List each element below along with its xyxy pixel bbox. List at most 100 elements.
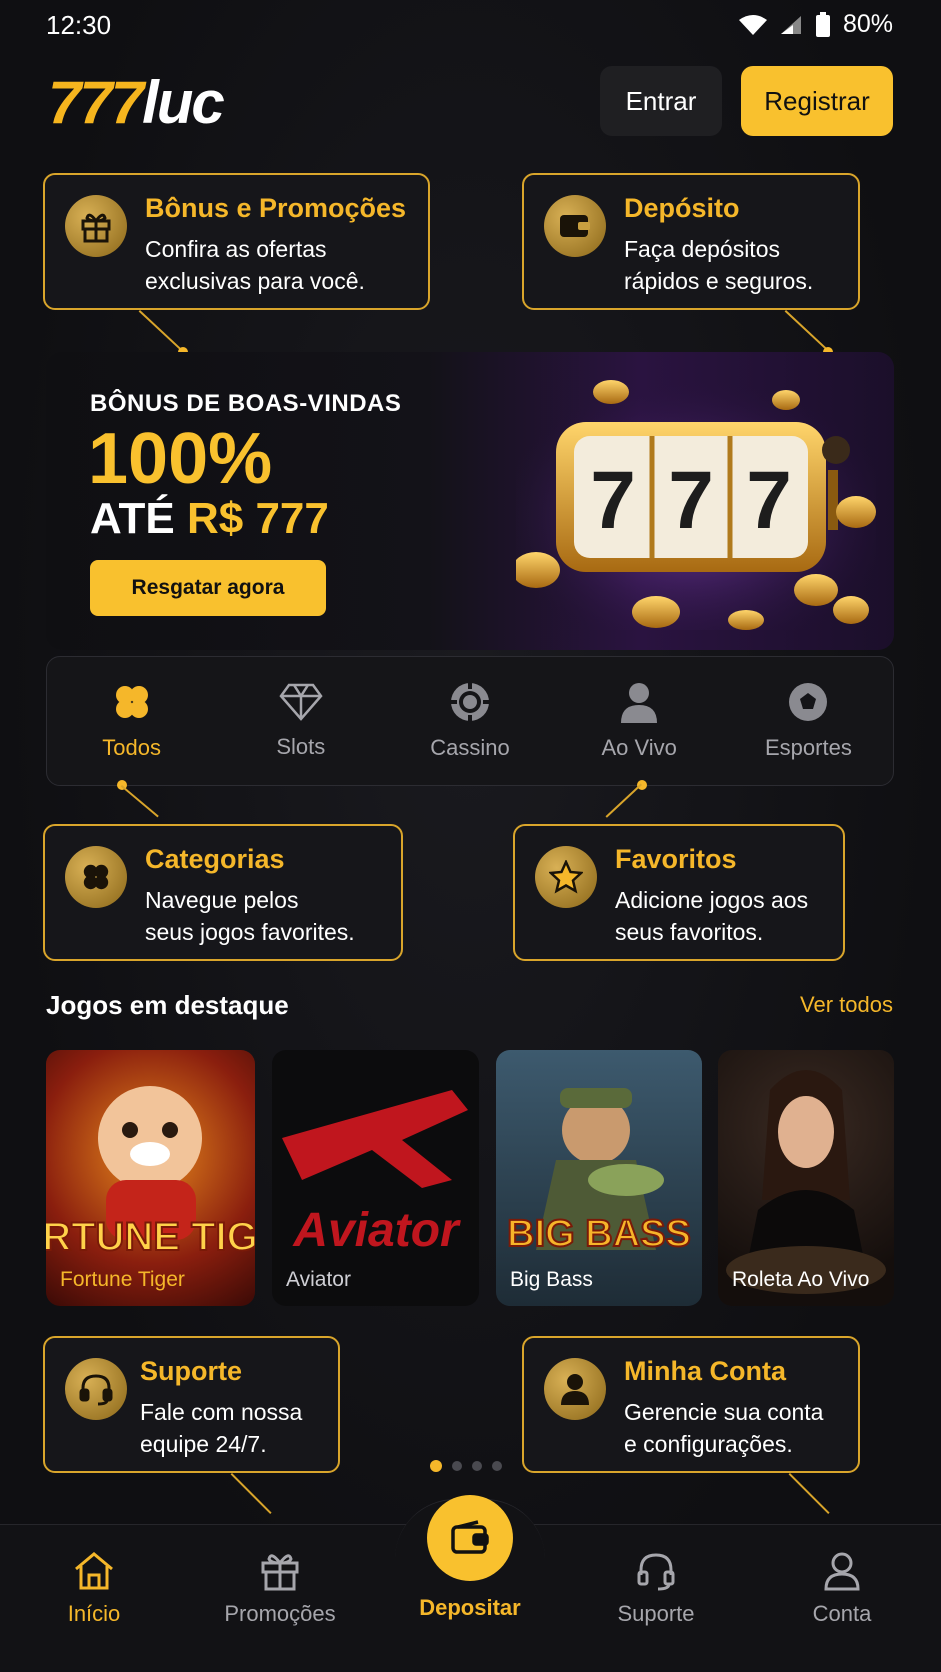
deposit-fab[interactable] <box>427 1495 513 1581</box>
nav-label: Depositar <box>419 1595 521 1620</box>
tooltip-favorites-line1: Adicione jogos aos <box>615 887 809 913</box>
reel-1: 7 <box>590 455 636 546</box>
diamond-icon <box>279 683 323 721</box>
headset-icon <box>65 1358 127 1420</box>
banner-amount: R$ 777 <box>186 494 329 543</box>
pointer-line <box>784 310 827 350</box>
logo-number: 777 <box>48 69 144 136</box>
clover-icon <box>65 846 127 908</box>
tooltip-categories: Categorias Navegue pelos seus jogos favo… <box>43 824 403 961</box>
home-icon <box>75 1552 113 1590</box>
tooltip-favorites-line2: seus favoritos. <box>615 919 764 945</box>
category-label: Cassino <box>430 735 510 760</box>
game-name: Big Bass <box>510 1268 593 1291</box>
nav-label: Conta <box>812 1601 872 1626</box>
tooltip-favorites-title: Favoritos <box>615 844 737 874</box>
reel-3: 7 <box>746 455 792 546</box>
nav-account[interactable]: Conta <box>762 1551 922 1627</box>
wallet-icon <box>544 195 606 257</box>
category-label: Todos <box>102 735 161 760</box>
tooltip-support-line2: equipe 24/7. <box>140 1431 267 1457</box>
page-dot[interactable] <box>492 1461 502 1471</box>
tooltip-categories-line1: Navegue pelos <box>145 887 299 913</box>
category-label: Ao Vivo <box>601 735 677 760</box>
tooltip-bonus-title: Bônus e Promoções <box>145 193 407 223</box>
register-button[interactable]: Registrar <box>741 66 893 136</box>
game-card-fortune-tiger[interactable]: FORTUNE TIGER Fortune Tiger <box>46 1050 255 1306</box>
tooltip-deposit-line1: Faça depósitos <box>624 236 780 262</box>
category-bar: Todos Slots Cassino Ao Vivo Esportes <box>46 656 894 786</box>
status-icons: 80% <box>738 10 893 39</box>
claim-bonus-button[interactable]: Resgatar agora <box>90 560 326 616</box>
big-bass-logo: BIG BASS <box>507 1213 691 1255</box>
category-cassino[interactable]: Cassino <box>385 657 554 785</box>
login-button[interactable]: Entrar <box>600 66 722 136</box>
category-ao-vivo[interactable]: Ao Vivo <box>555 657 724 785</box>
tooltip-bonus: Bônus e Promoções Confira as ofertas exc… <box>43 173 430 310</box>
category-label: Slots <box>276 734 326 759</box>
nav-label: Início <box>67 1601 121 1626</box>
pointer-line <box>605 783 642 818</box>
nav-support[interactable]: Suporte <box>576 1551 736 1627</box>
nav-label: Promoções <box>224 1601 336 1626</box>
tooltip-account-line1: Gerencie sua conta <box>624 1399 824 1425</box>
category-slots[interactable]: Slots <box>216 657 385 785</box>
banner-kicker: BÔNUS DE BOAS-VINDAS <box>90 390 402 417</box>
tooltip-bonus-desc: Confira as ofertas exclusivas para você. <box>145 233 365 297</box>
reel-2: 7 <box>668 455 714 546</box>
tooltip-support-title: Suporte <box>140 1356 243 1386</box>
person-icon <box>621 683 658 723</box>
star-icon <box>535 846 597 908</box>
brand-logo[interactable]: 777luc <box>48 68 225 137</box>
gift-icon <box>261 1554 299 1591</box>
user-icon <box>544 1358 606 1420</box>
pointer-line <box>138 310 181 350</box>
signal-icon <box>780 15 801 34</box>
category-esportes[interactable]: Esportes <box>724 657 893 785</box>
page-dot[interactable] <box>472 1461 482 1471</box>
game-name: Aviator <box>286 1268 351 1291</box>
ball-icon <box>789 683 828 721</box>
tooltip-deposit-title: Depósito <box>624 193 740 223</box>
game-card-big-bass[interactable]: BIG BASS Big Bass <box>496 1050 702 1306</box>
nav-promotions[interactable]: Promoções <box>200 1551 360 1627</box>
tooltip-favorites-desc: Adicione jogos aos seus favoritos. <box>615 884 808 948</box>
fortune-tiger-logo: FORTUNE TIGER <box>46 1215 255 1259</box>
app-screen: 12:30 80% 777luc Entrar Registrar Bônus … <box>0 0 941 1672</box>
banner-percent: 100% <box>88 419 273 499</box>
tooltip-categories-title: Categorias <box>145 844 285 874</box>
welcome-bonus-banner[interactable]: BÔNUS DE BOAS-VINDAS 100% ATÉ R$ 777 Res… <box>46 352 894 650</box>
tooltip-deposit-line2: rápidos e seguros. <box>624 268 814 294</box>
battery-icon <box>815 11 830 37</box>
nav-home[interactable]: Início <box>14 1551 174 1627</box>
tooltip-support-desc: Fale com nossa equipe 24/7. <box>140 1396 302 1460</box>
slot-machine-illustration: 7 7 7 <box>516 380 876 630</box>
tooltip-bonus-line2: exclusivas para você. <box>145 268 365 294</box>
game-card-aviator[interactable]: Aviator Aviator <box>272 1050 479 1306</box>
category-todos[interactable]: Todos <box>47 657 216 785</box>
pointer-line <box>788 1473 830 1515</box>
clover-icon <box>115 686 148 718</box>
tooltip-account-line2: e configurações. <box>624 1431 793 1457</box>
tooltip-support: Suporte Fale com nossa equipe 24/7. <box>43 1336 340 1473</box>
tooltip-deposit-desc: Faça depósitos rápidos e seguros. <box>624 233 813 297</box>
see-all-link[interactable]: Ver todos <box>800 992 893 1018</box>
gift-icon <box>65 195 127 257</box>
game-name: Roleta Ao Vivo <box>732 1268 870 1291</box>
tooltip-bonus-line1: Confira as ofertas <box>145 236 327 262</box>
tooltip-deposit: Depósito Faça depósitos rápidos e seguro… <box>522 173 860 310</box>
tooltip-account: Minha Conta Gerencie sua conta e configu… <box>522 1336 860 1473</box>
tooltip-account-desc: Gerencie sua conta e configurações. <box>624 1396 823 1460</box>
game-card-roleta-ao-vivo[interactable]: Roleta Ao Vivo <box>718 1050 894 1306</box>
page-dot[interactable] <box>452 1461 462 1471</box>
nav-deposit[interactable]: Depositar <box>390 1495 550 1621</box>
page-dot-active[interactable] <box>430 1460 442 1472</box>
wallet-icon <box>451 1520 489 1554</box>
tooltip-support-line1: Fale com nossa <box>140 1399 303 1425</box>
banner-amount-line: ATÉ R$ 777 <box>90 494 329 544</box>
banner-ate: ATÉ <box>90 494 175 543</box>
page-indicator <box>430 1460 502 1472</box>
user-icon <box>824 1552 860 1591</box>
aviator-logo: Aviator <box>292 1204 461 1257</box>
tooltip-categories-desc: Navegue pelos seus jogos favorites. <box>145 884 355 948</box>
